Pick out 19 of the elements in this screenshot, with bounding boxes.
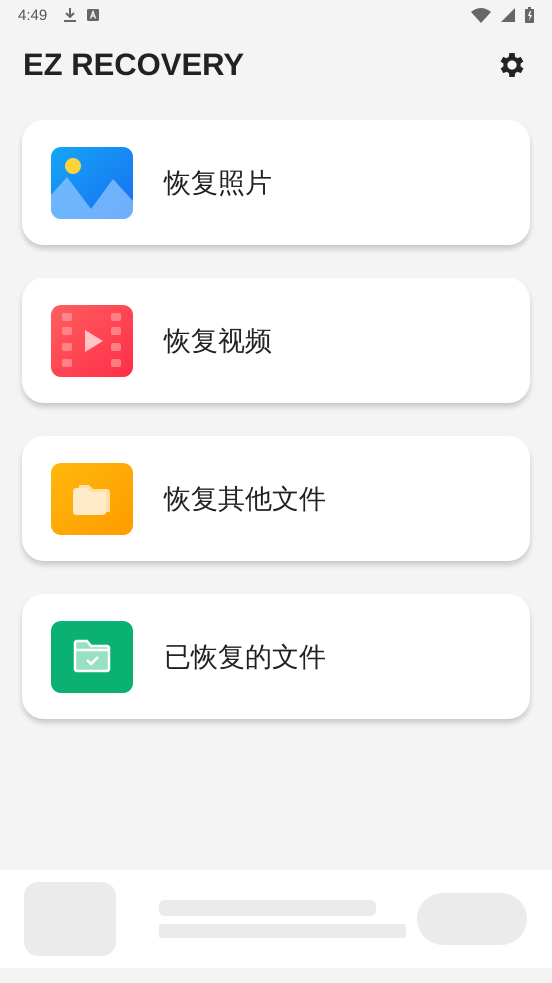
- app-title: EZ RECOVERY: [23, 47, 244, 83]
- image-icon: [51, 146, 133, 218]
- keyboard-icon: [87, 9, 100, 21]
- wifi-icon: [471, 8, 491, 22]
- folder-icon: [51, 462, 133, 534]
- signal-icon: [501, 8, 515, 22]
- recovery-card[interactable]: 恢复其他文件: [22, 436, 530, 561]
- card-label: 已恢复的文件: [164, 640, 326, 674]
- card-label: 恢复视频: [164, 324, 272, 358]
- recovery-card[interactable]: 已恢复的文件: [22, 594, 530, 719]
- film-icon: [51, 304, 133, 376]
- recovery-card[interactable]: 恢复视频: [22, 278, 530, 403]
- card-label: 恢复其他文件: [164, 482, 326, 516]
- status-time: 4:49: [18, 6, 48, 24]
- card-label: 恢复照片: [164, 166, 272, 200]
- battery-icon: [525, 7, 534, 23]
- folder-check-icon: [51, 620, 133, 692]
- download-icon: [63, 7, 78, 23]
- recovery-card[interactable]: 恢复照片: [22, 120, 530, 245]
